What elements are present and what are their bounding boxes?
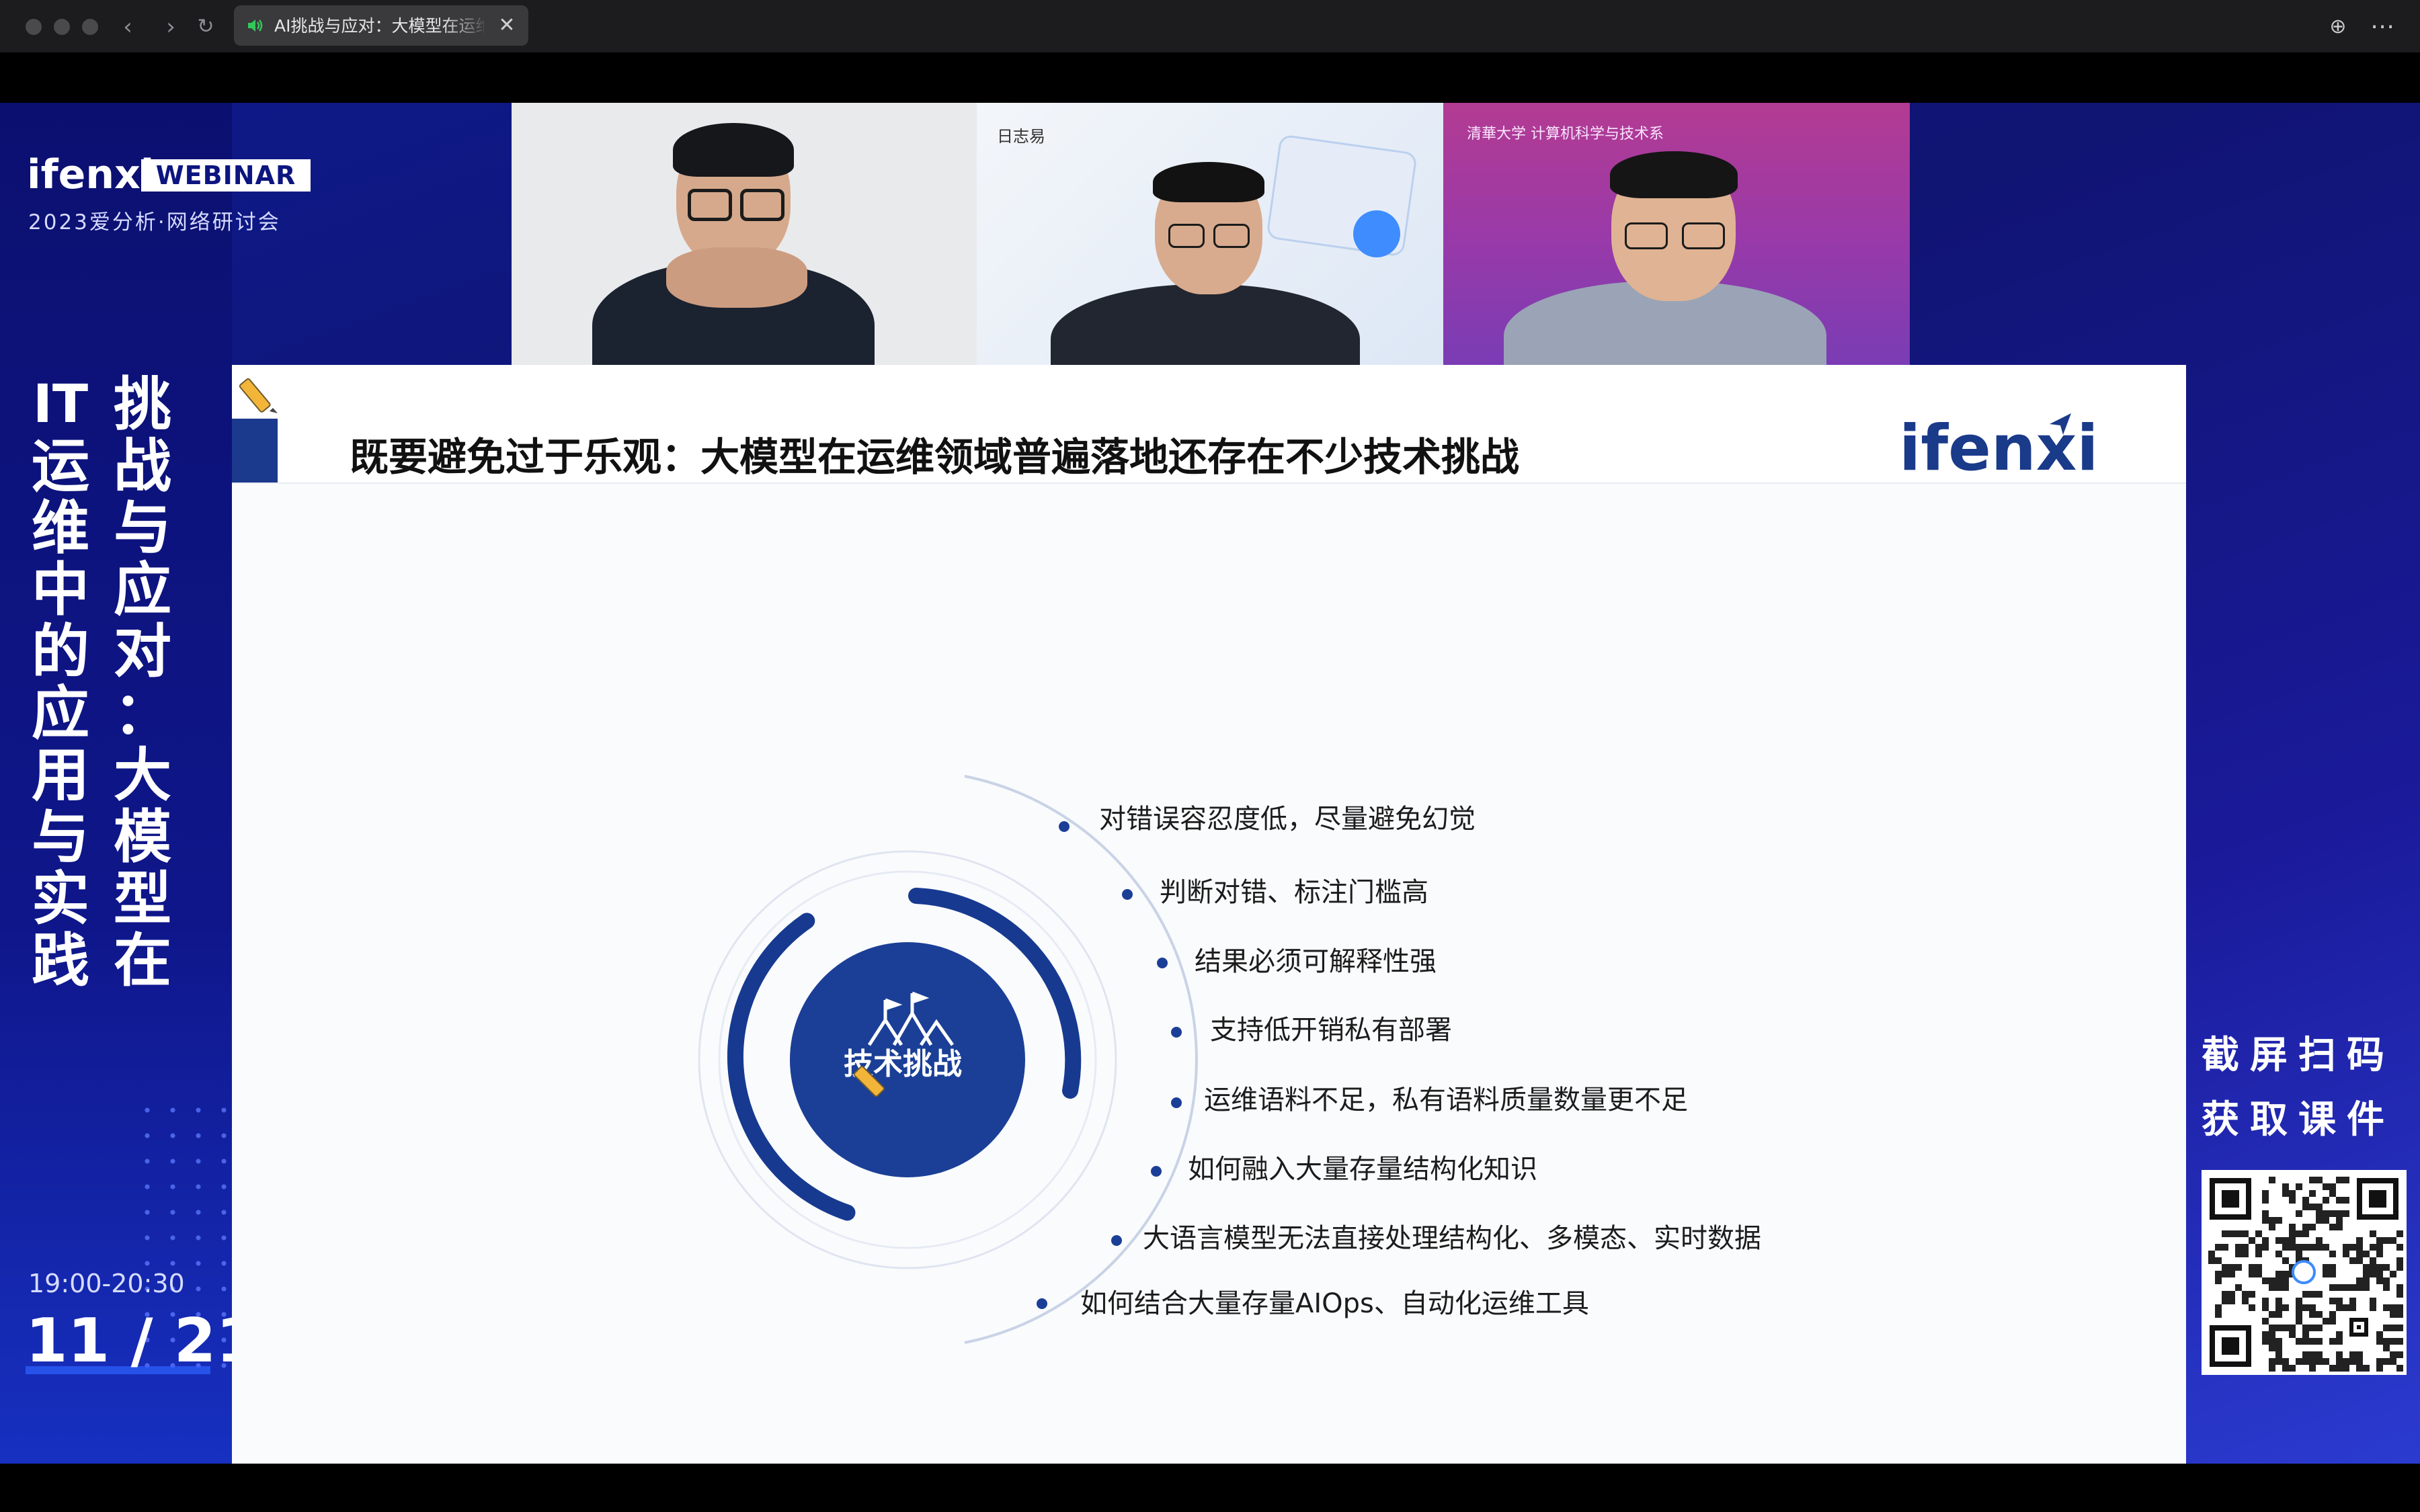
challenge-item: 大语言模型无法直接处理结构化、多模态、实时数据 [1143, 1223, 1761, 1254]
glasses [688, 189, 732, 221]
reload-button[interactable]: ↻ [191, 12, 220, 42]
tab-title-fade [442, 11, 489, 40]
video-tile-speaker-3[interactable]: 清華大学 计算机科学与技术系 [1443, 103, 1910, 365]
speaker-hair [1610, 151, 1738, 198]
challenge-item: 支持低开销私有部署 [1210, 1015, 1452, 1046]
vtitle-char: 在 [114, 927, 171, 995]
video-tile-speaker-2[interactable]: 日志易 [977, 103, 1443, 365]
tile-label: 清華大学 计算机科学与技术系 [1467, 126, 1664, 142]
challenge-item: 运维语料不足，私有语料质量数量更不足 [1204, 1085, 1688, 1116]
pencil-cursor-icon [853, 1066, 885, 1097]
vertical-title-left: IT 运 维 中 的 应 用 与 实 践 [24, 374, 97, 992]
speaker-hands [666, 247, 807, 308]
brand-name: ifenxi [27, 151, 155, 198]
vtitle-char: 维 [32, 495, 89, 562]
vtitle-char: 大 [114, 742, 171, 809]
session-time: 19:00-20:30 [28, 1269, 185, 1298]
speaker-icon[interactable] [246, 16, 265, 35]
video-tile-speaker-1[interactable] [512, 103, 978, 365]
glasses [1682, 222, 1725, 249]
more-menu-icon[interactable]: ⋯ [2368, 12, 2397, 42]
vtitle-char: 与 [32, 804, 89, 871]
vertical-title-right: 挑 战 与 应 对 ： 大 模 型 在 [106, 374, 179, 992]
qr-caption-2: 获取课件 [2202, 1098, 2395, 1142]
close-window-button[interactable] [26, 19, 42, 35]
challenge-item: 结果必须可解释性强 [1195, 946, 1437, 977]
qr-code[interactable] [2202, 1170, 2407, 1375]
session-date: 11 / 21 [26, 1306, 259, 1376]
vtitle-char: IT [32, 374, 89, 435]
back-button[interactable]: ‹ [113, 12, 143, 42]
glasses [1168, 224, 1205, 248]
qr-center-logo [2292, 1260, 2316, 1284]
challenge-item: 判断对错、标注门槛高 [1160, 877, 1428, 908]
glasses [1625, 222, 1668, 249]
challenge-item: 如何结合大量存量AIOps、自动化运维工具 [1080, 1288, 1589, 1319]
tile-label: 日志易 [997, 127, 1045, 146]
presentation-slide: 既要避免过于乐观：大模型在运维领域普遍落地还存在不少技术挑战 ifenxi 技术… [232, 365, 2186, 1464]
vtitle-char: 与 [114, 495, 171, 562]
vtitle-char: 实 [32, 866, 89, 933]
vtitle-char: 型 [114, 866, 171, 933]
vtitle-char: 运 [32, 433, 89, 500]
speaker-hair [1153, 162, 1264, 202]
vtitle-char: 应 [114, 556, 171, 624]
active-tab[interactable]: AI挑战与应对：大模型在运维 ✕ [234, 5, 528, 46]
brand-subtitle: 2023爱分析·网络研讨会 [28, 210, 281, 235]
speaker-hair [673, 123, 794, 177]
qr-caption-1: 截屏扫码 [2202, 1034, 2395, 1077]
challenge-item: 如何融入大量存量结构化知识 [1188, 1154, 1537, 1185]
vtitle-char: 中 [32, 556, 89, 624]
vtitle-char: 践 [32, 927, 89, 995]
forward-button[interactable]: › [156, 12, 186, 42]
webinar-logo: ifenxi WEBINAR [27, 151, 311, 198]
wifi-illustration [1353, 210, 1400, 257]
zoom-window-button[interactable] [82, 19, 98, 35]
glasses [1213, 224, 1250, 248]
vtitle-char: 用 [32, 742, 89, 809]
vtitle-char: ： [114, 680, 171, 747]
tab-close-icon[interactable]: ✕ [493, 12, 520, 39]
vtitle-char: 对 [114, 618, 171, 685]
globe-icon[interactable]: ⊕ [2323, 12, 2353, 42]
vtitle-char: 战 [114, 433, 171, 500]
vtitle-char: 模 [114, 804, 171, 871]
glasses [740, 189, 784, 221]
minimize-window-button[interactable] [54, 19, 70, 35]
vtitle-char: 挑 [114, 371, 171, 438]
browser-toolbar: ‹ › ↻ AI挑战与应对：大模型在运维 ✕ ⊕ ⋯ [0, 0, 2420, 53]
vtitle-char: 应 [32, 680, 89, 747]
vtitle-char: 的 [32, 618, 89, 685]
challenge-item: 对错误容忍度低，尽量避免幻觉 [1099, 804, 1476, 835]
brand-tag: WEBINAR [141, 159, 311, 192]
webinar-frame: ifenxi WEBINAR 2023爱分析·网络研讨会 IT 运 维 中 的 … [0, 103, 2420, 1464]
